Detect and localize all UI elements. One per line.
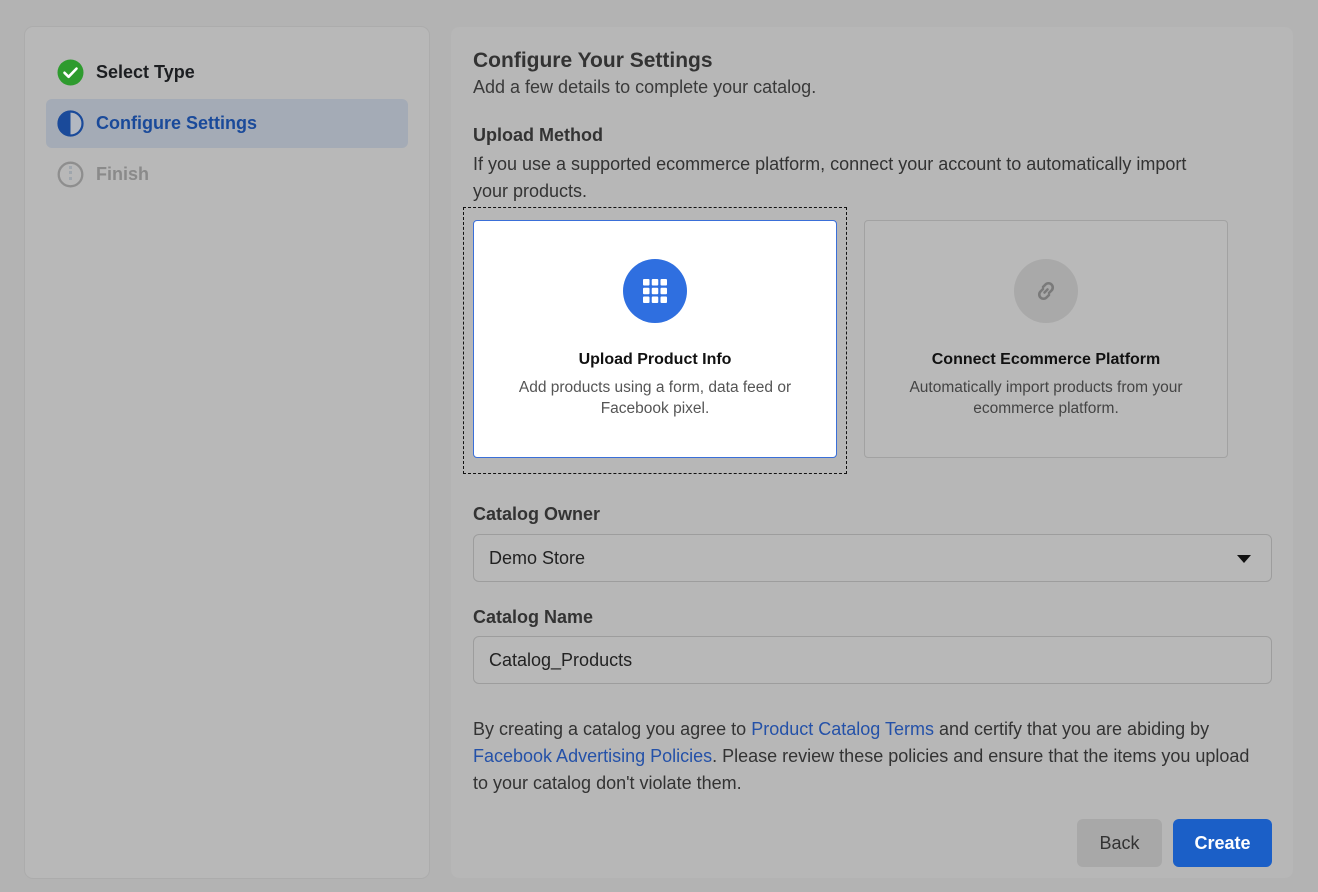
steps-sidebar: Select Type Configure Settings Finish xyxy=(25,27,429,878)
step-configure-settings[interactable]: Configure Settings xyxy=(46,99,408,148)
facebook-advertising-policies-link[interactable]: Facebook Advertising Policies xyxy=(473,746,712,766)
create-button[interactable]: Create xyxy=(1173,819,1272,867)
grid-icon xyxy=(623,259,687,323)
step-label: Configure Settings xyxy=(96,113,257,133)
catalog-name-label: Catalog Name xyxy=(473,607,594,627)
step-finish[interactable]: Finish xyxy=(46,150,408,199)
configure-settings-panel: Configure Your Settings Add a few detail… xyxy=(451,27,1293,878)
step-select-type[interactable]: Select Type xyxy=(46,48,408,97)
empty-circle-icon xyxy=(57,161,84,188)
caret-down-icon xyxy=(1237,555,1251,563)
upload-product-info-option[interactable]: Upload Product Info Add products using a… xyxy=(473,220,837,458)
terms-prefix: By creating a catalog you agree to xyxy=(473,719,752,739)
link-icon xyxy=(1014,259,1078,323)
connect-ecommerce-platform-option[interactable]: Connect Ecommerce Platform Automatically… xyxy=(864,220,1228,458)
catalog-owner-value: Demo Store xyxy=(489,547,586,568)
terms-middle: and certify that you are abiding by xyxy=(933,719,1210,739)
step-label: Select Type xyxy=(96,62,195,82)
catalog-owner-label: Catalog Owner xyxy=(473,504,601,524)
option-description: Add products using a form, data feed or … xyxy=(518,379,792,417)
option-title: Connect Ecommerce Platform xyxy=(931,351,1161,368)
catalog-name-input[interactable] xyxy=(489,649,1271,671)
page-subtitle: Add a few details to complete your catal… xyxy=(473,77,817,97)
option-title: Upload Product Info xyxy=(578,351,732,368)
check-circle-icon xyxy=(57,59,84,86)
option-description: Automatically import products from your … xyxy=(909,379,1183,417)
product-catalog-terms-link[interactable]: Product Catalog Terms xyxy=(751,719,934,739)
page-title: Configure Your Settings xyxy=(473,49,713,72)
upload-method-description: If you use a supported ecommerce platfor… xyxy=(473,154,1187,201)
catalog-name-field[interactable] xyxy=(473,636,1272,684)
catalog-owner-select[interactable]: Demo Store xyxy=(473,534,1272,582)
half-circle-icon xyxy=(57,110,84,137)
back-button[interactable]: Back xyxy=(1077,819,1162,867)
terms-text: By creating a catalog you agree to Produ… xyxy=(473,716,1263,797)
step-label: Finish xyxy=(96,164,149,184)
upload-method-heading: Upload Method xyxy=(473,125,603,145)
